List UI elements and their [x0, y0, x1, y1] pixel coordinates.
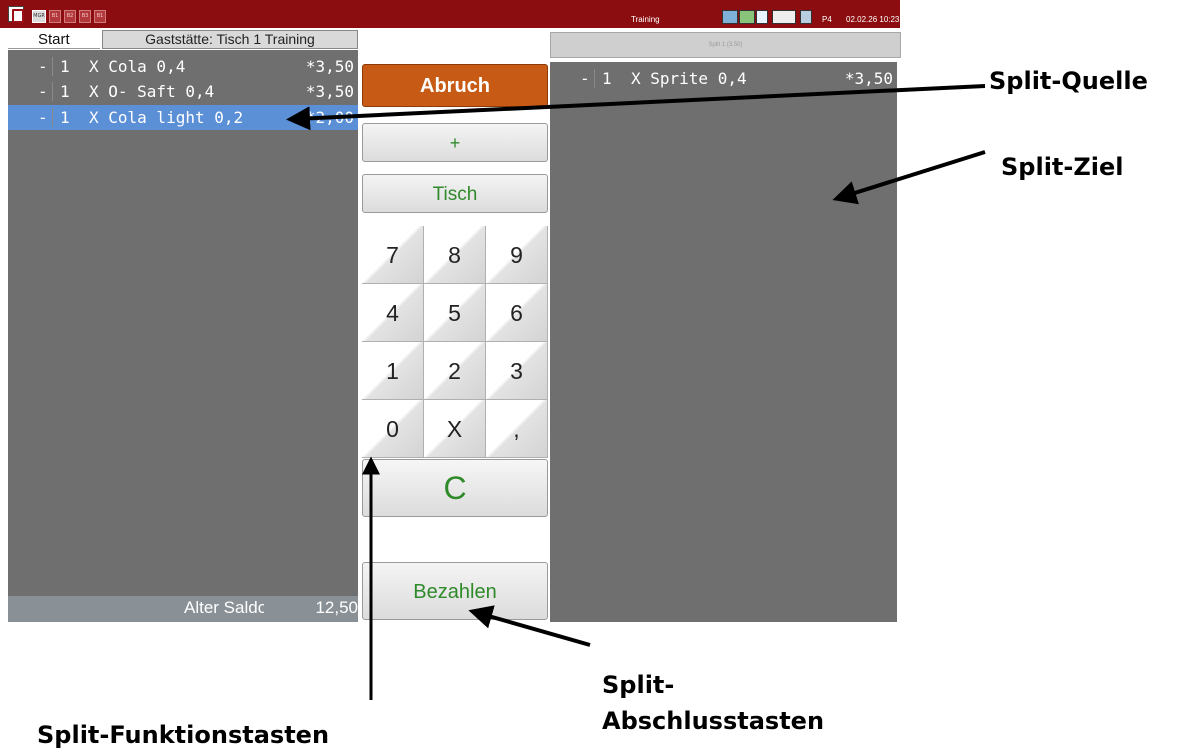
key-7[interactable]: 7 — [362, 226, 424, 284]
operator-button-1[interactable]: B1 — [49, 10, 61, 23]
item-name: X Sprite 0,4 — [631, 69, 747, 88]
tab-start[interactable]: Start — [8, 30, 100, 49]
mgr-button[interactable]: MGR — [32, 10, 46, 23]
balance-footer: Alter Saldo 12,50 — [8, 596, 358, 622]
sync-icon[interactable] — [739, 10, 755, 24]
item-price: *3,50 — [844, 69, 893, 88]
key-comma[interactable]: , — [486, 400, 548, 458]
table-button[interactable]: Tisch — [362, 174, 548, 213]
keyboard-icon[interactable] — [772, 10, 796, 24]
item-qty: 1 — [60, 108, 70, 127]
label-split-funktionstasten: Split-Funktionstasten — [37, 721, 330, 749]
operator-button-4[interactable]: B1 — [94, 10, 106, 23]
split-tab[interactable]: Split 1 (3,50) — [550, 32, 901, 58]
item-price: *2,00 — [305, 108, 354, 127]
label-split-quelle: Split-Quelle — [989, 67, 1148, 95]
divider — [594, 69, 595, 88]
label-split-abschluss-2: Abschlusstasten — [602, 707, 825, 735]
abruch-button[interactable]: Abruch — [362, 64, 548, 107]
clear-button[interactable]: C — [362, 459, 548, 517]
item-dash: - — [38, 108, 48, 127]
key-2[interactable]: 2 — [424, 342, 486, 400]
list-item-selected[interactable]: - 1 X Cola light 0,2 *2,00 — [8, 105, 358, 130]
title-bar: MGR B1 B2 B3 B1 Training P4 02.02.26 10:… — [0, 0, 900, 28]
key-9[interactable]: 9 — [486, 226, 548, 284]
new-split-button[interactable]: + — [362, 123, 548, 162]
list-item[interactable]: - 1 X Sprite 0,4 *3,50 — [550, 66, 897, 91]
item-dash: - — [38, 82, 48, 101]
datetime: 02.02.26 10:23 — [846, 15, 900, 24]
key-8[interactable]: 8 — [424, 226, 486, 284]
operator-button-3[interactable]: B3 — [79, 10, 91, 23]
info-icon[interactable] — [756, 10, 768, 24]
item-dash: - — [38, 57, 48, 76]
label-split-abschluss-1: Split- — [602, 671, 675, 699]
mode-label: Training — [631, 15, 660, 24]
item-name: X Cola light 0,2 — [89, 108, 244, 127]
operator-button-2[interactable]: B2 — [64, 10, 76, 23]
numpad: 7 8 9 4 5 6 1 2 3 0 X , — [362, 226, 548, 459]
balance-label: Alter Saldo — [184, 598, 264, 617]
key-6[interactable]: 6 — [486, 284, 548, 342]
printer-label: P4 — [822, 15, 832, 24]
network-icon[interactable] — [722, 10, 738, 24]
item-qty: 1 — [602, 69, 612, 88]
item-qty: 1 — [60, 82, 70, 101]
key-1[interactable]: 1 — [362, 342, 424, 400]
item-price: *3,50 — [305, 82, 354, 101]
split-source-list[interactable]: - 1 X Cola 0,4 *3,50 - 1 X O- Saft 0,4 *… — [8, 50, 358, 596]
key-3[interactable]: 3 — [486, 342, 548, 400]
label-split-ziel: Split-Ziel — [1001, 153, 1124, 181]
item-name: X O- Saft 0,4 — [89, 82, 215, 101]
split-target-list[interactable]: - 1 X Sprite 0,4 *3,50 — [550, 62, 897, 622]
item-qty: 1 — [60, 57, 70, 76]
item-price: *3,50 — [305, 57, 354, 76]
key-multiply[interactable]: X — [424, 400, 486, 458]
printer-icon[interactable] — [800, 10, 812, 24]
divider — [52, 108, 53, 127]
app-logo-icon[interactable] — [8, 6, 24, 23]
item-name: X Cola 0,4 — [89, 57, 186, 76]
tab-table-title[interactable]: Gaststätte: Tisch 1 Training — [102, 30, 358, 49]
key-0[interactable]: 0 — [362, 400, 424, 458]
key-4[interactable]: 4 — [362, 284, 424, 342]
item-dash: - — [580, 69, 590, 88]
divider — [52, 82, 53, 101]
list-item[interactable]: - 1 X O- Saft 0,4 *3,50 — [8, 79, 358, 104]
list-item[interactable]: - 1 X Cola 0,4 *3,50 — [8, 54, 358, 79]
pay-button[interactable]: Bezahlen — [362, 562, 548, 620]
balance-value: 12,50 — [315, 598, 358, 617]
divider — [52, 57, 53, 76]
key-5[interactable]: 5 — [424, 284, 486, 342]
